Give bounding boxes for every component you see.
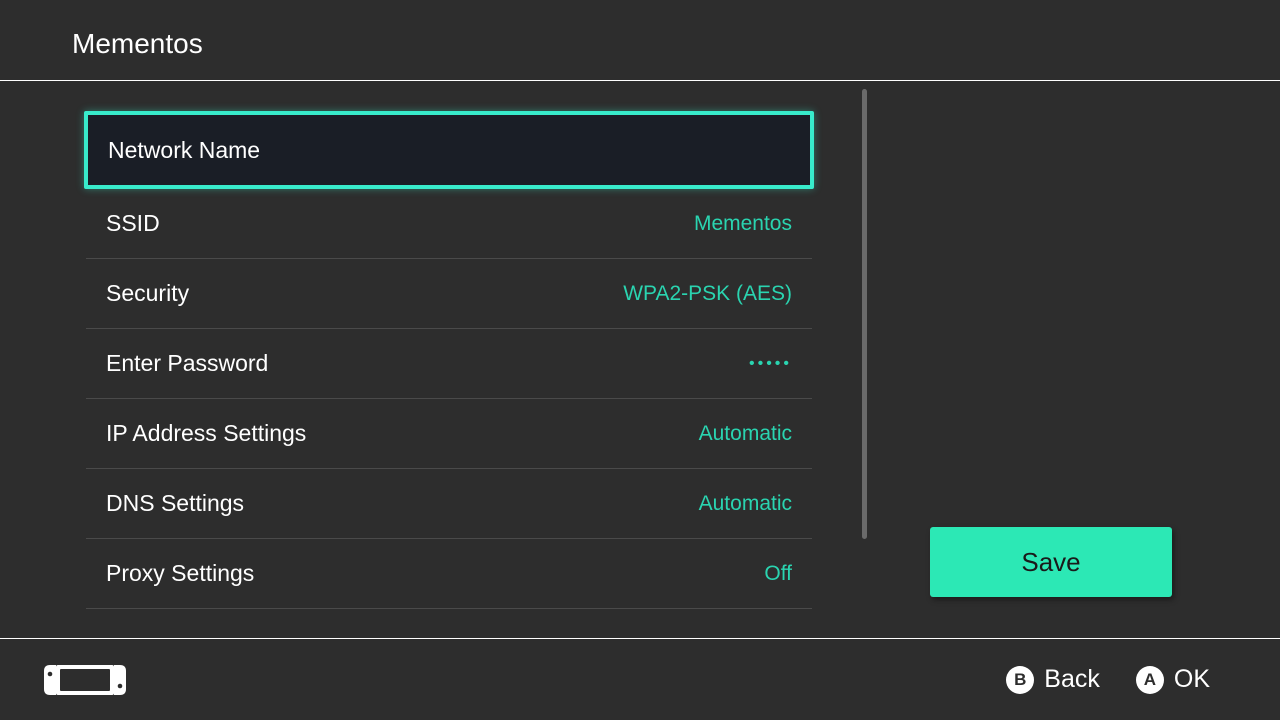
setting-ip-address[interactable]: IP Address Settings Automatic <box>86 399 812 469</box>
setting-value: Off <box>764 562 792 586</box>
setting-label: Network Name <box>108 137 260 164</box>
content-area: Network Name SSID Mementos Security WPA2… <box>0 81 1280 629</box>
page-title: Mementos <box>72 28 1280 60</box>
settings-list: Network Name SSID Mementos Security WPA2… <box>86 111 812 609</box>
setting-value: Automatic <box>699 492 792 516</box>
setting-enter-password[interactable]: Enter Password ••••• <box>86 329 812 399</box>
setting-dns[interactable]: DNS Settings Automatic <box>86 469 812 539</box>
setting-label: Enter Password <box>106 350 268 377</box>
setting-value: WPA2-PSK (AES) <box>623 282 792 306</box>
setting-label: SSID <box>106 210 160 237</box>
side-panel: Save <box>862 81 1280 629</box>
back-label: Back <box>1044 665 1100 694</box>
back-button[interactable]: B Back <box>1006 665 1100 694</box>
settings-panel: Network Name SSID Mementos Security WPA2… <box>0 81 862 629</box>
setting-label: Proxy Settings <box>106 560 254 587</box>
footer-buttons: B Back A OK <box>1006 665 1210 694</box>
setting-proxy[interactable]: Proxy Settings Off <box>86 539 812 609</box>
setting-value: Mementos <box>694 212 792 236</box>
b-button-icon: B <box>1006 666 1034 694</box>
ok-button[interactable]: A OK <box>1136 665 1210 694</box>
setting-network-name[interactable]: Network Name <box>84 111 814 189</box>
ok-label: OK <box>1174 665 1210 694</box>
setting-security[interactable]: Security WPA2-PSK (AES) <box>86 259 812 329</box>
setting-label: IP Address Settings <box>106 420 306 447</box>
setting-value: Automatic <box>699 422 792 446</box>
footer: B Back A OK <box>0 638 1280 720</box>
header: Mementos <box>0 0 1280 81</box>
setting-value: ••••• <box>749 355 792 373</box>
setting-ssid[interactable]: SSID Mementos <box>86 189 812 259</box>
setting-label: DNS Settings <box>106 490 244 517</box>
a-button-icon: A <box>1136 666 1164 694</box>
save-button[interactable]: Save <box>930 527 1172 597</box>
controller-icon <box>42 663 128 697</box>
setting-label: Security <box>106 280 189 307</box>
